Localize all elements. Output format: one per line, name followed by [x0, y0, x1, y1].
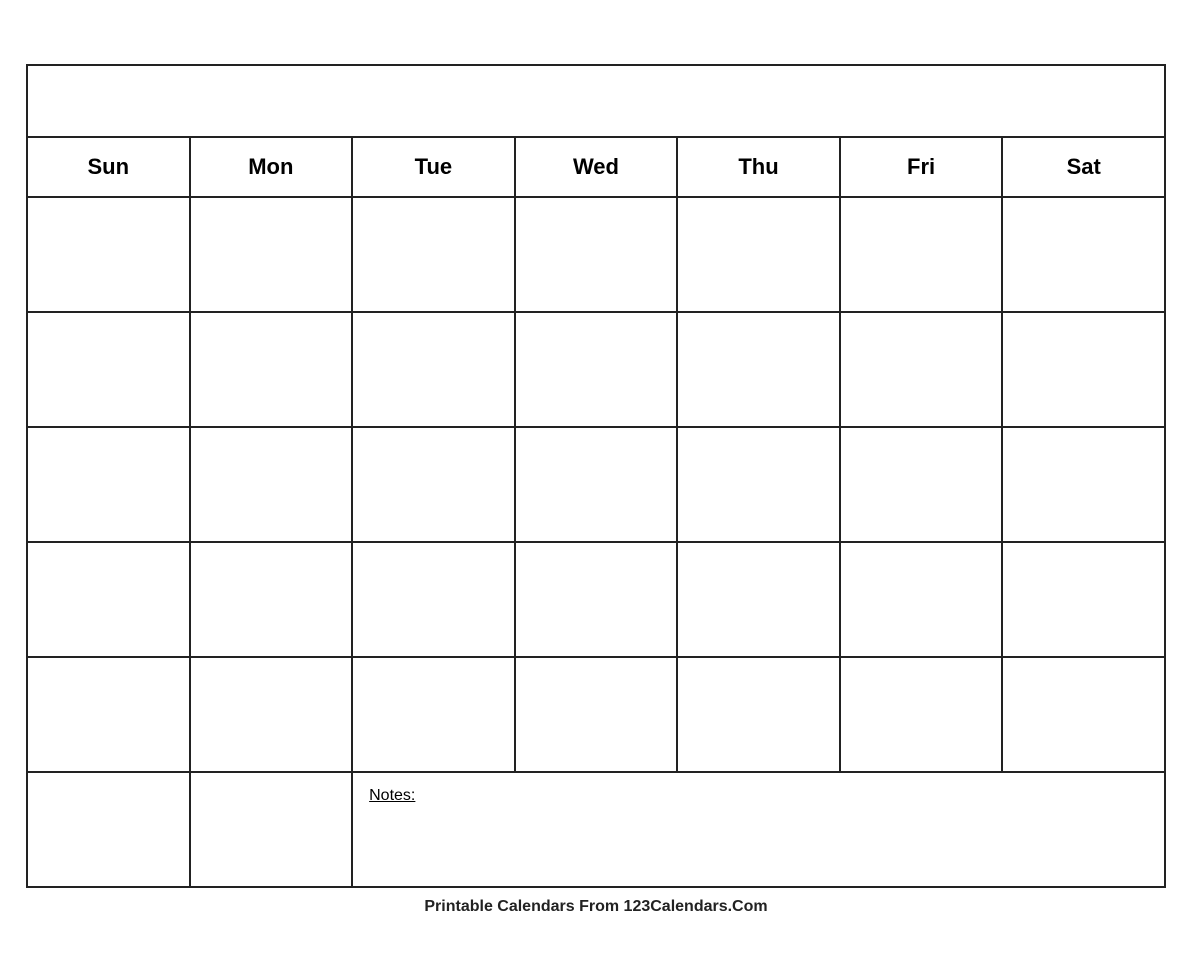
header-sun: Sun — [27, 137, 190, 197]
notes-mon — [190, 772, 353, 887]
week4-sat — [1002, 542, 1165, 657]
footer-brand: 123Calendars.Com — [624, 898, 768, 915]
week5-sat — [1002, 657, 1165, 772]
week1-sun — [27, 197, 190, 312]
week1-mon — [190, 197, 353, 312]
week5-tue — [352, 657, 515, 772]
notes-cell: Notes: — [352, 772, 1165, 887]
week1-sat — [1002, 197, 1165, 312]
week-row-5 — [27, 657, 1165, 772]
week3-tue — [352, 427, 515, 542]
week1-wed — [515, 197, 678, 312]
header-fri: Fri — [840, 137, 1003, 197]
notes-row: Notes: — [27, 772, 1165, 887]
header-sat: Sat — [1002, 137, 1165, 197]
calendar-wrapper: Sun Mon Tue Wed Thu Fri Sat — [26, 64, 1166, 916]
week3-thu — [677, 427, 840, 542]
week3-sat — [1002, 427, 1165, 542]
week5-sun — [27, 657, 190, 772]
footer: Printable Calendars From 123Calendars.Co… — [26, 898, 1166, 916]
week5-wed — [515, 657, 678, 772]
week4-wed — [515, 542, 678, 657]
week2-sun — [27, 312, 190, 427]
week2-fri — [840, 312, 1003, 427]
week2-sat — [1002, 312, 1165, 427]
header-mon: Mon — [190, 137, 353, 197]
week4-tue — [352, 542, 515, 657]
week1-fri — [840, 197, 1003, 312]
week2-tue — [352, 312, 515, 427]
header-thu: Thu — [677, 137, 840, 197]
footer-text: Printable Calendars From — [424, 898, 623, 915]
week-row-1 — [27, 197, 1165, 312]
week3-sun — [27, 427, 190, 542]
title-row — [27, 65, 1165, 137]
week2-thu — [677, 312, 840, 427]
calendar-title-cell — [27, 65, 1165, 137]
week4-mon — [190, 542, 353, 657]
week4-sun — [27, 542, 190, 657]
week-row-3 — [27, 427, 1165, 542]
week5-mon — [190, 657, 353, 772]
week-row-4 — [27, 542, 1165, 657]
week3-fri — [840, 427, 1003, 542]
week4-fri — [840, 542, 1003, 657]
notes-label: Notes: — [359, 779, 1158, 813]
notes-sun — [27, 772, 190, 887]
days-header-row: Sun Mon Tue Wed Thu Fri Sat — [27, 137, 1165, 197]
week-row-2 — [27, 312, 1165, 427]
week4-thu — [677, 542, 840, 657]
week3-wed — [515, 427, 678, 542]
week3-mon — [190, 427, 353, 542]
header-wed: Wed — [515, 137, 678, 197]
week2-wed — [515, 312, 678, 427]
week1-thu — [677, 197, 840, 312]
week5-fri — [840, 657, 1003, 772]
week2-mon — [190, 312, 353, 427]
week5-thu — [677, 657, 840, 772]
header-tue: Tue — [352, 137, 515, 197]
calendar-table: Sun Mon Tue Wed Thu Fri Sat — [26, 64, 1166, 888]
week1-tue — [352, 197, 515, 312]
